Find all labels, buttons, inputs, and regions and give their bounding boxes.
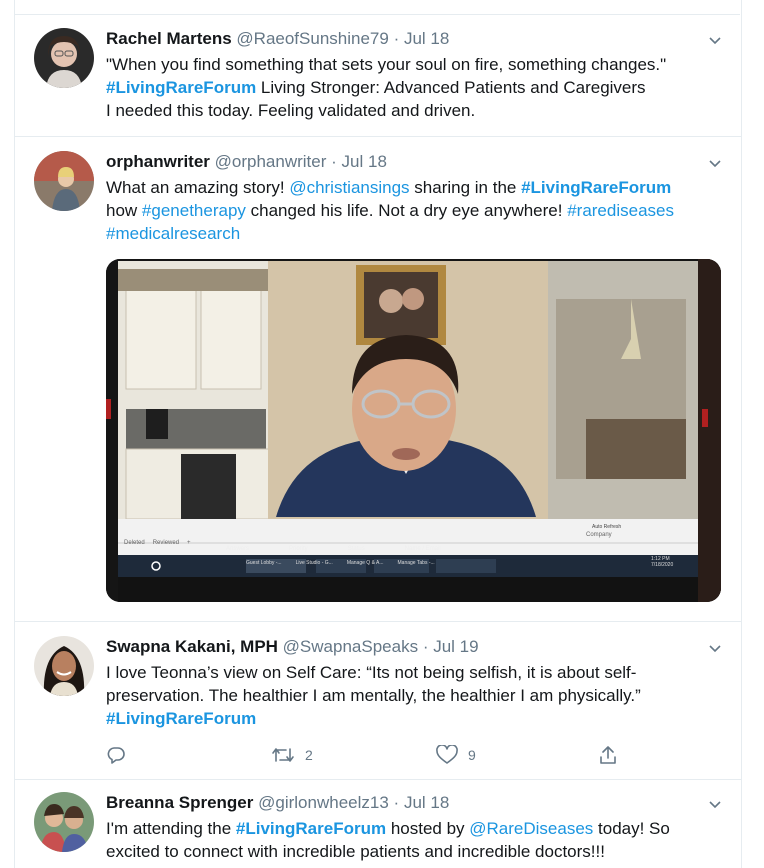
tweet-text: I'm attending the #LivingRareForum hoste… [106, 817, 721, 863]
taskbar-item: Guest Lobby -... [246, 560, 282, 566]
retweet-icon [272, 748, 294, 762]
tweet-rachel[interactable]: Rachel Martens @RaeofSunshine79 · Jul 18… [15, 14, 741, 137]
hashtag-link[interactable]: #LivingRareForum [106, 78, 256, 97]
company-column: Company [586, 532, 612, 538]
taskbar-items: Guest Lobby -... Live Studio - G... Mana… [246, 560, 435, 566]
tweet-actions: 2 9 [106, 744, 616, 766]
app-columns: Answers Priority Status Name / Email [226, 546, 441, 552]
handle[interactable]: @girlonwheelz13 [258, 793, 389, 812]
hashtag-link[interactable]: #LivingRareForum [106, 709, 256, 728]
like-icon [436, 745, 458, 764]
tab-add: + [187, 540, 191, 546]
text-line: #medicalresearch [106, 222, 721, 245]
app-tabs: Deleted Reviewed + [124, 540, 191, 546]
tweet-header: Swapna Kakani, MPH @SwapnaSpeaks · Jul 1… [106, 636, 721, 658]
tweet-breanna[interactable]: Breanna Sprenger @girlonwheelz13 · Jul 1… [15, 780, 741, 868]
reply-icon [107, 747, 125, 764]
timestamp[interactable]: Jul 18 [342, 152, 387, 171]
caret-down-icon[interactable] [709, 642, 721, 654]
avatar[interactable] [34, 792, 94, 852]
handle[interactable]: @orphanwriter [215, 152, 327, 171]
text-span: changed his life. Not a dry eye anywhere… [245, 201, 568, 220]
column-header: Answers [226, 546, 250, 552]
text-line: preservation. The healthier I am mentall… [106, 686, 641, 705]
retweet-count: 2 [305, 747, 313, 763]
hashtag-link[interactable]: #LivingRareForum [236, 819, 386, 838]
auto-refresh-label: Auto Refresh [592, 524, 622, 530]
display-name[interactable]: Swapna Kakani, MPH [106, 637, 278, 656]
tweet-header: Rachel Martens @RaeofSunshine79 · Jul 18 [106, 28, 721, 50]
timestamp[interactable]: Jul 18 [404, 29, 449, 48]
hashtag-link[interactable]: #medicalresearch [106, 224, 240, 243]
tweet-header: Breanna Sprenger @girlonwheelz13 · Jul 1… [106, 792, 721, 814]
handle[interactable]: @SwapnaSpeaks [283, 637, 418, 656]
share-icon [600, 746, 616, 764]
text-line: #LivingRareForum [106, 707, 721, 730]
handle[interactable]: @RaeofSunshine79 [236, 29, 388, 48]
text-span: sharing in the [409, 178, 522, 197]
display-name[interactable]: orphanwriter [106, 152, 210, 171]
text-line: I needed this today. Feeling validated a… [106, 101, 476, 120]
taskbar-item: Manage Tabs -... [397, 560, 435, 566]
tweet-swapna[interactable]: Swapna Kakani, MPH @SwapnaSpeaks · Jul 1… [15, 622, 741, 780]
tab-deleted: Deleted [124, 540, 145, 546]
tweet-text: What an amazing story! @christiansings s… [106, 176, 721, 245]
share-button[interactable] [598, 744, 618, 766]
text-span: today! So [593, 819, 670, 838]
caret-down-icon[interactable] [709, 34, 721, 46]
caret-down-icon[interactable] [709, 798, 721, 810]
tweet-orphanwriter[interactable]: orphanwriter @orphanwriter · Jul 18 What… [15, 137, 741, 622]
avatar[interactable] [34, 28, 94, 88]
tab-reviewed: Reviewed [152, 540, 180, 546]
clock-date: 7/18/2020 [651, 562, 674, 568]
text-span: how [106, 201, 142, 220]
hashtag-link[interactable]: #LivingRareForum [521, 178, 671, 197]
timestamp[interactable]: Jul 19 [433, 637, 478, 656]
reply-button[interactable] [106, 744, 126, 766]
taskbar-item: Manage Q & A... [346, 560, 384, 566]
hashtag-link[interactable]: #genetherapy [142, 201, 246, 220]
text-span: I'm attending the [106, 819, 236, 838]
text-line: excited to connect with incredible patie… [106, 842, 605, 861]
text-span: hosted by [386, 819, 470, 838]
column-header: Priority [289, 546, 308, 552]
separator: · [331, 152, 337, 171]
display-name[interactable]: Breanna Sprenger [106, 793, 253, 812]
mention-link[interactable]: @RareDiseases [469, 819, 593, 838]
text-span: Living Stronger: Advanced Patients and C… [256, 78, 646, 97]
tweet-text: I love Teonna’s view on Self Care: “Its … [106, 661, 721, 730]
retweet-button[interactable]: 2 [271, 744, 313, 766]
like-button[interactable]: 9 [436, 744, 476, 766]
timeline: Rachel Martens @RaeofSunshine79 · Jul 18… [14, 0, 742, 868]
separator: · [393, 793, 400, 812]
display-name[interactable]: Rachel Martens [106, 29, 232, 48]
text-line: how #genetherapy changed his life. Not a… [106, 199, 721, 222]
tweet-media[interactable]: Deleted Reviewed + Answers Priority Stat… [106, 259, 721, 602]
caret-down-icon[interactable] [709, 157, 721, 169]
tweet-text: "When you find something that sets your … [106, 53, 721, 122]
separator: · [422, 637, 429, 656]
text-line: #LivingRareForum Living Stronger: Advanc… [106, 76, 721, 99]
text-line: What an amazing story! @christiansings s… [106, 176, 721, 199]
tweet-header: orphanwriter @orphanwriter · Jul 18 [106, 151, 721, 173]
text-line: "When you find something that sets your … [106, 55, 667, 74]
separator: · [393, 29, 400, 48]
avatar[interactable] [34, 636, 94, 696]
hashtag-link[interactable]: #rarediseases [567, 201, 674, 220]
text-line: I'm attending the #LivingRareForum hoste… [106, 817, 721, 840]
taskbar-item: Live Studio - G... [295, 560, 333, 566]
column-header: Status [347, 546, 365, 552]
avatar[interactable] [34, 151, 94, 211]
text-line: I love Teonna’s view on Self Care: “Its … [106, 663, 637, 682]
taskbar-clock: 1:12 PM 7/18/2020 [651, 556, 673, 568]
text-span: What an amazing story! [106, 178, 290, 197]
column-header: Name / Email [404, 546, 441, 552]
mention-link[interactable]: @christiansings [289, 178, 409, 197]
like-count: 9 [468, 747, 476, 763]
timestamp[interactable]: Jul 18 [404, 793, 449, 812]
